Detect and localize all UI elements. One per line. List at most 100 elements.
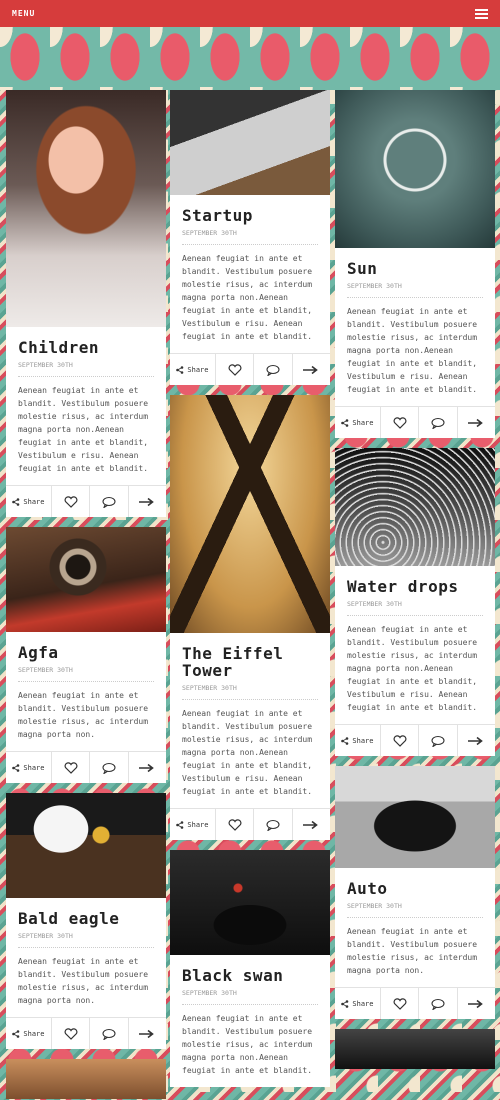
post-image[interactable]: [6, 793, 166, 898]
arrow-right-icon: [303, 365, 319, 374]
heart-icon: [64, 761, 78, 774]
post-title[interactable]: Auto: [347, 880, 483, 897]
read-more-button[interactable]: [293, 809, 330, 840]
read-more-button[interactable]: [293, 354, 330, 385]
like-button[interactable]: [381, 725, 420, 756]
post-title[interactable]: The Eiffel Tower: [182, 645, 318, 679]
post-actions: Share: [6, 485, 166, 517]
post-date: SEPTEMBER 30TH: [18, 932, 154, 948]
share-label: Share: [352, 418, 374, 427]
share-icon: [176, 365, 184, 374]
post-title[interactable]: Sun: [347, 260, 483, 277]
arrow-right-icon: [139, 497, 155, 506]
post-title[interactable]: Children: [18, 339, 154, 356]
post-card-startup: Startup SEPTEMBER 30TH Aenean feugiat in…: [170, 90, 330, 385]
like-button[interactable]: [381, 407, 420, 438]
comment-button[interactable]: [419, 988, 458, 1019]
post-image[interactable]: [335, 766, 495, 868]
share-button[interactable]: Share: [6, 752, 52, 783]
arrow-right-icon: [139, 1029, 155, 1038]
heart-icon: [228, 818, 242, 831]
share-button[interactable]: Share: [335, 407, 381, 438]
post-card-partial: [335, 1029, 495, 1069]
share-icon: [12, 1029, 20, 1038]
share-button[interactable]: Share: [170, 809, 216, 840]
post-card-auto: Auto SEPTEMBER 30TH Aenean feugiat in an…: [335, 766, 495, 1019]
post-image[interactable]: [6, 527, 166, 632]
post-card-bald-eagle: Bald eagle SEPTEMBER 30TH Aenean feugiat…: [6, 793, 166, 1049]
post-image[interactable]: [6, 1059, 166, 1099]
read-more-button[interactable]: [458, 988, 495, 1019]
post-title[interactable]: Agfa: [18, 644, 154, 661]
post-actions: Share: [335, 724, 495, 756]
comment-button[interactable]: [90, 486, 129, 517]
like-button[interactable]: [381, 988, 420, 1019]
post-title[interactable]: Bald eagle: [18, 910, 154, 927]
comment-button[interactable]: [254, 354, 293, 385]
menu-label[interactable]: MENU: [12, 9, 35, 18]
heart-icon: [64, 1027, 78, 1040]
post-image[interactable]: [170, 395, 330, 633]
post-image[interactable]: [335, 448, 495, 566]
like-button[interactable]: [216, 809, 255, 840]
share-button[interactable]: Share: [335, 988, 381, 1019]
post-title[interactable]: Startup: [182, 207, 318, 224]
post-excerpt: Aenean feugiat in ante et blandit. Vesti…: [182, 1014, 313, 1075]
post-actions: Share: [6, 751, 166, 783]
post-excerpt: Aenean feugiat in ante et blandit. Vesti…: [182, 709, 313, 796]
heart-icon: [393, 416, 407, 429]
comment-icon: [102, 762, 116, 774]
post-date: SEPTEMBER 30TH: [182, 229, 318, 245]
heart-icon: [228, 363, 242, 376]
post-image[interactable]: [170, 850, 330, 955]
post-image[interactable]: [170, 90, 330, 195]
like-button[interactable]: [52, 486, 91, 517]
comment-button[interactable]: [90, 752, 129, 783]
share-button[interactable]: Share: [335, 725, 381, 756]
read-more-button[interactable]: [129, 1018, 166, 1049]
top-nav-bar: MENU: [0, 0, 500, 27]
post-card-agfa: Agfa SEPTEMBER 30TH Aenean feugiat in an…: [6, 527, 166, 783]
read-more-button[interactable]: [458, 725, 495, 756]
column-middle: Startup SEPTEMBER 30TH Aenean feugiat in…: [170, 90, 330, 1097]
post-image[interactable]: [6, 90, 166, 327]
like-button[interactable]: [216, 354, 255, 385]
post-date: SEPTEMBER 30TH: [182, 989, 318, 1005]
arrow-right-icon: [139, 763, 155, 772]
like-button[interactable]: [52, 752, 91, 783]
comment-icon: [431, 998, 445, 1010]
share-icon: [12, 497, 20, 506]
post-excerpt: Aenean feugiat in ante et blandit. Vesti…: [18, 691, 149, 739]
share-label: Share: [187, 820, 209, 829]
post-title[interactable]: Black swan: [182, 967, 318, 984]
post-image[interactable]: [335, 1029, 495, 1069]
post-date: SEPTEMBER 30TH: [18, 666, 154, 682]
like-button[interactable]: [52, 1018, 91, 1049]
comment-icon: [266, 819, 280, 831]
comment-button[interactable]: [419, 725, 458, 756]
post-title[interactable]: Water drops: [347, 578, 483, 595]
share-icon: [341, 999, 349, 1008]
share-button[interactable]: Share: [170, 354, 216, 385]
share-button[interactable]: Share: [6, 1018, 52, 1049]
read-more-button[interactable]: [129, 486, 166, 517]
share-icon: [176, 820, 184, 829]
post-date: SEPTEMBER 30TH: [347, 282, 483, 298]
read-more-button[interactable]: [458, 407, 495, 438]
arrow-right-icon: [303, 820, 319, 829]
heart-icon: [393, 997, 407, 1010]
hamburger-icon[interactable]: [475, 8, 488, 19]
comment-button[interactable]: [254, 809, 293, 840]
share-button[interactable]: Share: [6, 486, 52, 517]
post-image[interactable]: [335, 90, 495, 248]
pattern-banner: [0, 27, 500, 90]
share-label: Share: [23, 763, 45, 772]
heart-icon: [64, 495, 78, 508]
heart-icon: [393, 734, 407, 747]
read-more-button[interactable]: [129, 752, 166, 783]
post-date: SEPTEMBER 30TH: [182, 684, 318, 700]
post-actions: Share: [170, 808, 330, 840]
comment-button[interactable]: [90, 1018, 129, 1049]
comment-button[interactable]: [419, 407, 458, 438]
post-excerpt: Aenean feugiat in ante et blandit. Vesti…: [18, 386, 149, 473]
